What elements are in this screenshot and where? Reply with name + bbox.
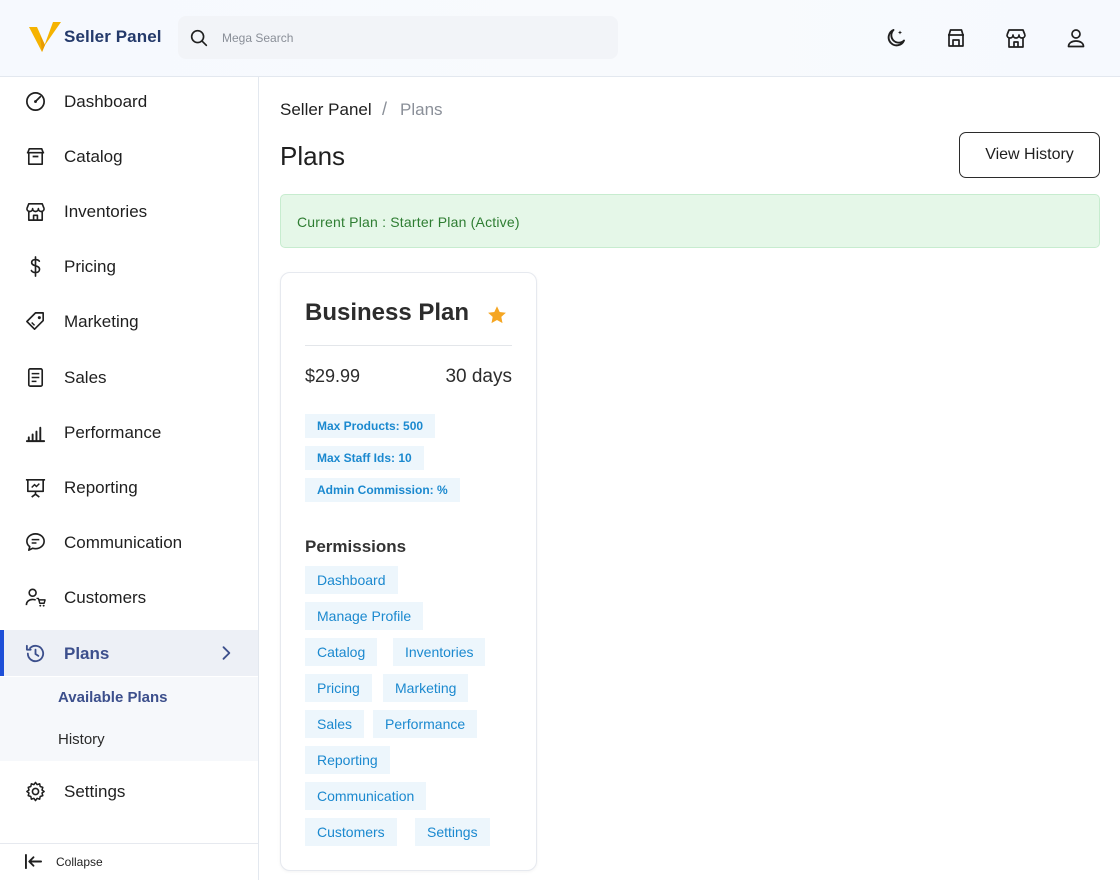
inventories-icon [26, 203, 45, 221]
sidebar-item-inventories[interactable]: Inventories [0, 188, 258, 234]
plan-price: $29.99 [305, 366, 361, 386]
sidebar-item-label: Inventories [64, 202, 148, 221]
sidebar-item-label: Dashboard [64, 92, 148, 111]
collapse-arrow-icon [25, 853, 42, 870]
sidebar-item-pricing[interactable]: Pricing [0, 243, 258, 289]
history-icon [25, 644, 45, 663]
permission-badge-communication: Communication [305, 782, 427, 810]
sidebar-item-performance[interactable]: Performance [0, 409, 258, 455]
sidebar-item-sales[interactable]: Sales [0, 354, 258, 400]
limit-badge-max-staff: Max Staff Ids: 10 [305, 446, 424, 470]
sidebar: Dashboard Catalog Inventories Pricing Ma… [0, 77, 259, 880]
permission-badge-catalog: Catalog [305, 638, 378, 666]
brand-name[interactable]: Seller Panel [64, 27, 162, 47]
sidebar-item-catalog[interactable]: Catalog [0, 133, 258, 179]
sidebar-item-label: Marketing [64, 312, 139, 331]
sidebar-item-label: Settings [64, 782, 126, 801]
breadcrumb-root[interactable]: Seller Panel [280, 100, 372, 120]
logo-icon [29, 22, 61, 52]
catalog-icon [26, 148, 45, 165]
customers-icon [25, 588, 46, 607]
chevron-right-icon [222, 646, 231, 660]
top-header: Seller Panel [0, 0, 1120, 77]
limit-badge-admin-commission: Admin Commission: % [305, 478, 460, 502]
plan-name: Business Plan [305, 299, 470, 326]
sidebar-item-reporting[interactable]: Reporting [0, 464, 258, 510]
plans-submenu: Available Plans History [0, 677, 258, 761]
sidebar-item-label: Performance [64, 423, 162, 442]
search-input[interactable] [222, 26, 602, 50]
sidebar-item-label: Reporting [64, 478, 138, 497]
current-plan-text: Current Plan : Starter Plan (Active) [297, 214, 520, 230]
receipt-icon [27, 368, 44, 387]
moon-icon[interactable] [884, 26, 908, 50]
sidebar-item-communication[interactable]: Communication [0, 519, 258, 565]
collapse-label: Collapse [56, 855, 103, 869]
sidebar-item-label: Pricing [64, 257, 116, 276]
sidebar-item-label: Catalog [64, 147, 123, 166]
plan-card[interactable]: Business Plan $29.99 30 days Max Product… [280, 272, 537, 871]
permission-badge-settings: Settings [415, 818, 490, 846]
star-icon [488, 306, 506, 324]
view-history-button[interactable]: View History [959, 132, 1100, 178]
dashboard-icon [26, 92, 45, 111]
dollar-icon [30, 256, 41, 277]
sidebar-item-plans[interactable]: Plans [0, 630, 258, 676]
sidebar-item-settings[interactable]: Settings [0, 768, 258, 814]
sidebar-item-label: Customers [64, 588, 147, 607]
page-title: Plans [280, 141, 346, 171]
divider [305, 345, 512, 346]
sidebar-item-marketing[interactable]: Marketing [0, 298, 258, 344]
permission-badge-reporting: Reporting [305, 746, 390, 774]
permission-badge-customers: Customers [305, 818, 397, 846]
permission-badge-pricing: Pricing [305, 674, 372, 702]
permissions-heading: Permissions [305, 537, 407, 556]
limit-badge-max-products: Max Products: 500 [305, 414, 436, 438]
permission-badge-marketing: Marketing [383, 674, 469, 702]
tag-icon [26, 312, 44, 330]
sidebar-item-label: Plans [64, 644, 110, 663]
current-plan-alert: Current Plan : Starter Plan (Active) [280, 194, 1100, 248]
submenu-available-plans[interactable]: Available Plans [58, 689, 168, 706]
sidebar-item-label: Sales [64, 368, 107, 387]
collapse-sidebar-button[interactable]: Collapse [0, 843, 258, 880]
shop-icon[interactable] [1004, 26, 1028, 50]
sidebar-item-dashboard[interactable]: Dashboard [0, 78, 258, 124]
message-icon [26, 533, 45, 551]
search-icon [190, 29, 208, 47]
sidebar-item-customers[interactable]: Customers [0, 574, 258, 620]
store-icon[interactable] [944, 26, 968, 50]
presentation-icon [25, 479, 46, 498]
breadcrumb-separator: / [382, 99, 388, 119]
submenu-history[interactable]: History [58, 731, 105, 748]
permission-badge-sales: Sales [305, 710, 365, 738]
gear-icon [26, 781, 45, 802]
sidebar-item-label: Communication [64, 533, 183, 552]
plan-duration: 30 days [445, 366, 512, 387]
permission-badge-inventories: Inventories [393, 638, 486, 666]
permission-badge-dashboard: Dashboard [305, 566, 398, 594]
bars-icon [25, 426, 46, 443]
permission-badge-performance: Performance [373, 710, 478, 738]
mega-search[interactable] [178, 16, 618, 59]
user-icon[interactable] [1064, 26, 1088, 50]
permission-badge-manage-profile: Manage Profile [305, 602, 424, 630]
breadcrumb-current: Plans [400, 100, 443, 119]
